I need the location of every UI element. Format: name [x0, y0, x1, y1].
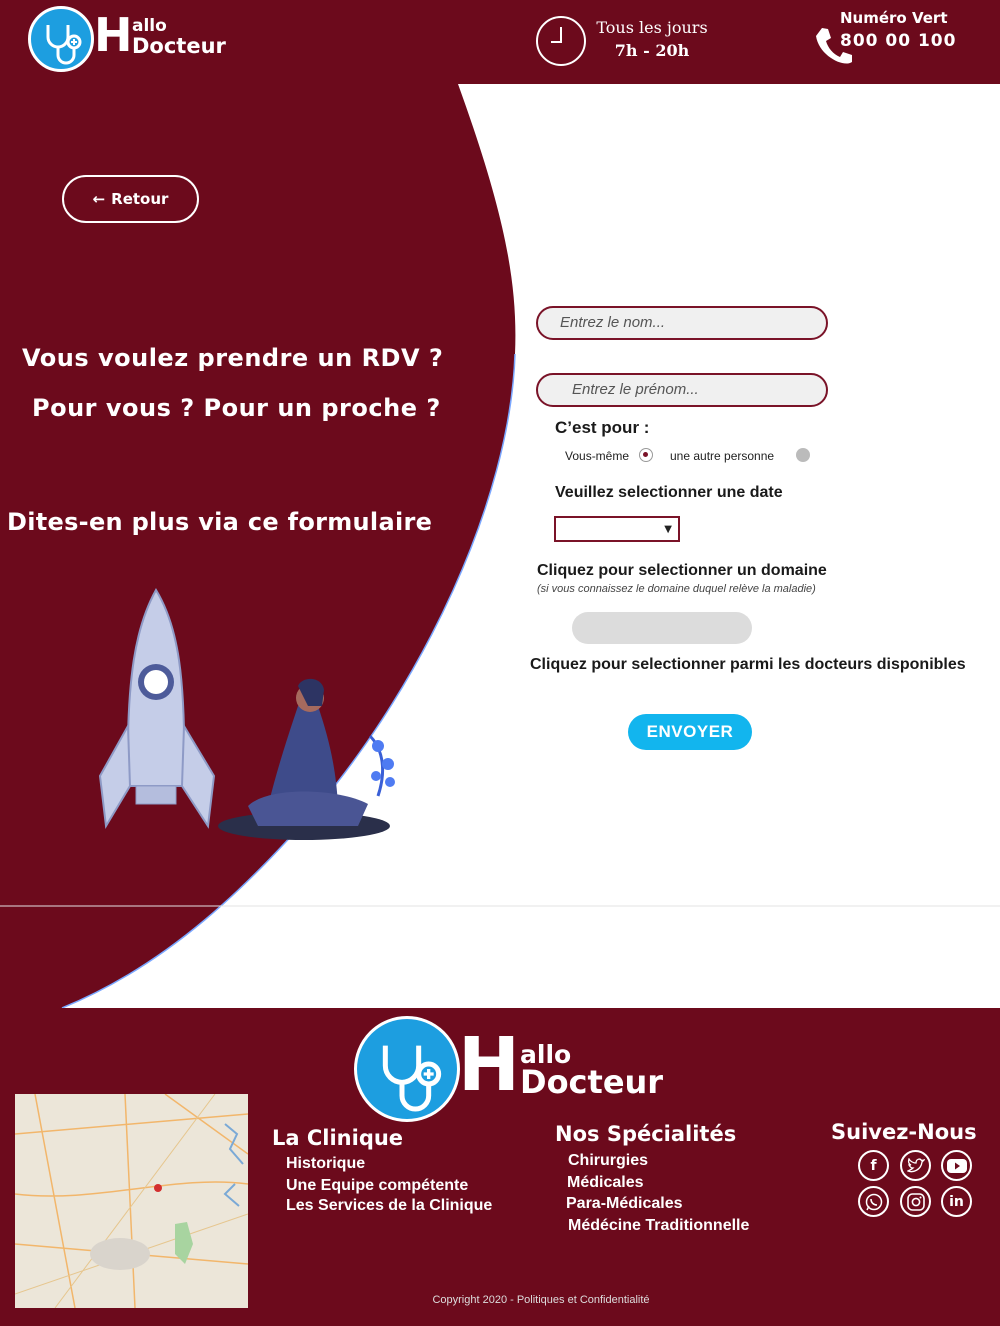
name-input[interactable]: Entrez le nom... [536, 306, 828, 340]
domain-select[interactable] [572, 612, 752, 644]
clinic-item[interactable]: Les Services de la Clinique [286, 1197, 492, 1215]
arrow-left-icon: ← [92, 190, 106, 208]
logo-bottom-text: Docteur [132, 34, 226, 58]
instagram-icon[interactable] [900, 1186, 931, 1217]
copyright[interactable]: Copyright 2020 - Politiques et Confident… [0, 1294, 1000, 1306]
footer-logo[interactable]: H allo Docteur [354, 1016, 694, 1124]
doctor-label[interactable]: Cliquez pour selectionner parmi les doct… [530, 656, 966, 674]
clock-icon [536, 16, 586, 66]
clinic-item[interactable]: Historique [286, 1155, 365, 1173]
submit-button[interactable]: ENVOYER [628, 714, 752, 750]
specialty-item[interactable]: Para-Médicales [566, 1195, 683, 1213]
hero-title-line2: Pour vous ? Pour un proche ? [32, 394, 441, 422]
clinic-item[interactable]: Une Equipe compétente [286, 1177, 468, 1195]
domain-label: Cliquez pour selectionner un domaine [537, 562, 827, 579]
logo-h: H [94, 8, 133, 62]
for-label: C’est pour : [555, 418, 650, 437]
date-select[interactable]: ▼ [554, 516, 680, 542]
location-map[interactable] [15, 1094, 248, 1308]
radio-other[interactable] [796, 448, 810, 462]
logo[interactable]: H allo Docteur [28, 6, 248, 72]
youtube-icon[interactable] [941, 1150, 972, 1181]
radio-self[interactable] [639, 448, 653, 462]
person-illustration [218, 678, 395, 840]
hero-title-line1: Vous voulez prendre un RDV ? [22, 344, 444, 372]
rocket-illustration [98, 588, 216, 830]
specialty-item[interactable]: Chirurgies [568, 1152, 648, 1170]
whatsapp-icon[interactable] [858, 1186, 889, 1217]
option-other-label: une autre personne [670, 449, 775, 463]
social-title: Suivez-Nous [831, 1120, 977, 1144]
back-button-label: Retour [111, 190, 169, 208]
clinic-title: La Clinique [272, 1126, 404, 1150]
hero-title-line3: Dites-en plus via ce formulaire [7, 508, 433, 536]
logo-top-text: allo [132, 16, 167, 36]
specialty-item[interactable]: Médicales [567, 1174, 643, 1192]
phone-number[interactable]: 800 00 100 [840, 31, 956, 51]
domain-hint: (si vous connaissez le domaine duquel re… [537, 583, 816, 595]
specialty-item[interactable]: Médécine Traditionnelle [568, 1217, 749, 1235]
hours-days: Tous les jours [596, 18, 708, 37]
firstname-input[interactable]: Entrez le prénom... [536, 373, 828, 407]
opening-hours: Tous les jours 7h - 20h [596, 16, 708, 62]
phone-label: Numéro Vert [840, 9, 948, 27]
stethoscope-icon [28, 6, 94, 72]
header: H allo Docteur Tous les jours 7h - 20h N… [0, 0, 1000, 84]
option-self-label: Vous-même [565, 449, 630, 463]
facebook-icon[interactable]: f [858, 1150, 889, 1181]
specialties-title: Nos Spécialités [555, 1122, 737, 1146]
stethoscope-icon [354, 1016, 460, 1122]
footer-logo-h: H [458, 1022, 520, 1108]
chevron-down-icon: ▼ [664, 524, 672, 535]
date-label: Veuillez selectionner une date [555, 484, 783, 501]
twitter-icon[interactable] [900, 1150, 931, 1181]
footer-logo-bottom-text: Docteur [520, 1063, 664, 1101]
linkedin-icon[interactable]: in [941, 1186, 972, 1217]
hours-time: 7h - 20h [614, 41, 690, 60]
back-button[interactable]: ← Retour [62, 175, 199, 223]
